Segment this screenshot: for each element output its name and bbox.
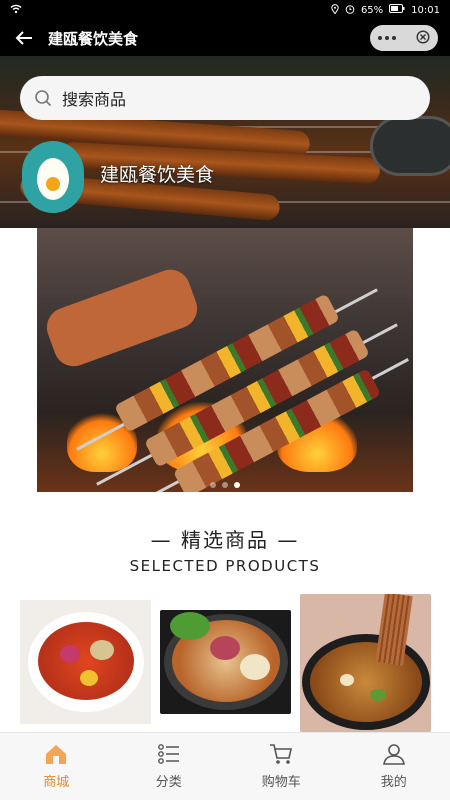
page-title: 建瓯餐饮美食 (48, 29, 139, 48)
tab-category[interactable]: 分类 (113, 733, 226, 800)
product-card-image[interactable] (300, 594, 431, 732)
tab-label: 购物车 (261, 775, 301, 790)
back-button[interactable] (0, 20, 48, 56)
section-subtitle: SELECTED PRODUCTS (129, 557, 321, 575)
product-card-image[interactable] (20, 600, 151, 724)
close-circle-icon (416, 29, 430, 44)
store-logo (22, 141, 84, 213)
alarm-icon (345, 4, 355, 17)
tab-label: 商城 (43, 775, 70, 790)
category-list-icon (157, 744, 179, 764)
search-placeholder: 搜索商品 (62, 90, 127, 109)
wifi-icon (10, 4, 22, 17)
clock-time: 10:01 (411, 4, 440, 16)
home-icon (46, 745, 67, 764)
search-icon (35, 90, 52, 107)
title-dash-right: — (269, 528, 300, 552)
more-options-button[interactable] (378, 36, 396, 40)
egg-logo-icon (37, 158, 69, 200)
back-arrow-icon (15, 31, 32, 45)
section-title-text: 精选商品 (181, 528, 269, 552)
section-title: — 精选商品 — (0, 524, 450, 553)
tab-mall[interactable]: 商城 (0, 733, 113, 800)
carousel-dot[interactable] (222, 482, 228, 488)
title-dash-left: — (150, 528, 181, 552)
tab-mine[interactable]: 我的 (338, 733, 450, 800)
miniprogram-capsule (370, 25, 438, 51)
close-button[interactable] (416, 29, 430, 48)
location-icon (331, 3, 339, 17)
carousel-dot[interactable] (210, 482, 216, 488)
product-card-image[interactable] (160, 610, 291, 714)
battery-icon (389, 4, 405, 16)
banner-carousel[interactable] (37, 228, 413, 492)
top-bar: 建瓯餐饮美食 (0, 20, 450, 56)
search-bar[interactable]: 搜索商品 (20, 76, 430, 120)
bottom-tab-bar: 商城 分类 购物车 我的 (0, 732, 450, 800)
tab-label: 我的 (380, 775, 407, 790)
tab-label: 分类 (155, 775, 182, 790)
status-bar: 65% 10:01 (0, 0, 450, 20)
carousel-dot-active[interactable] (234, 482, 240, 488)
cart-icon (270, 744, 293, 764)
store-name: 建瓯餐饮美食 (100, 164, 215, 186)
tab-cart[interactable]: 购物车 (225, 733, 338, 800)
battery-percent: 65% (360, 4, 384, 16)
carousel-indicator[interactable] (37, 482, 413, 488)
user-icon (382, 744, 405, 765)
